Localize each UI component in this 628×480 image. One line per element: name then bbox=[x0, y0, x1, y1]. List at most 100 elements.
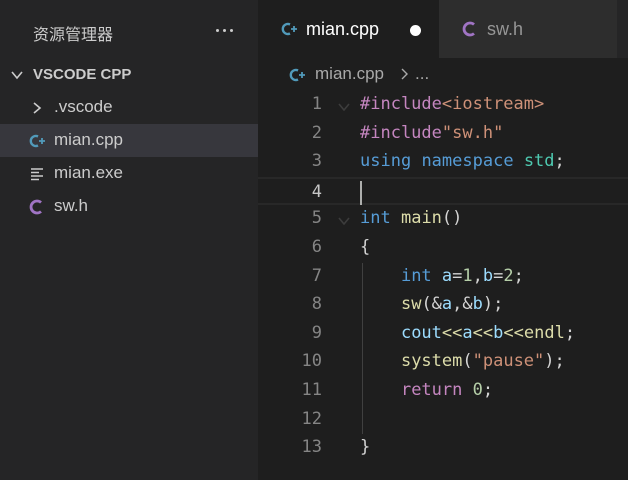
line-number: 2 bbox=[311, 122, 322, 143]
cpp-file-icon bbox=[28, 132, 46, 150]
explorer-header: 资源管理器 bbox=[0, 0, 258, 62]
code-token: ); bbox=[482, 294, 504, 315]
code-token: (& bbox=[421, 294, 442, 315]
code-token: a bbox=[441, 265, 453, 286]
code-token: std bbox=[523, 151, 555, 172]
tab-label: mian.cpp bbox=[306, 19, 380, 39]
tree-item-label: mian.exe bbox=[54, 163, 123, 182]
code-line[interactable]: 3 using namespace std; bbox=[258, 148, 628, 177]
code-token: "sw.h" bbox=[441, 122, 504, 143]
unsaved-dot-icon[interactable] bbox=[410, 25, 421, 36]
code-line[interactable]: 11 return 0; bbox=[258, 377, 628, 406]
tab-sw-h[interactable]: sw.h bbox=[439, 0, 617, 58]
chevron-down-icon bbox=[11, 71, 23, 80]
code-line[interactable]: 2 #include"sw.h" bbox=[258, 120, 628, 149]
code-line[interactable]: 6{ bbox=[258, 234, 628, 263]
code-text: return 0; bbox=[360, 380, 493, 400]
code-text: cout<<a<<b<<endl; bbox=[360, 323, 575, 343]
explorer-sidebar: 资源管理器 VSCODE CPP .vscode mian.cpp mian.e… bbox=[0, 0, 258, 480]
code-token: int bbox=[400, 265, 432, 286]
tree-item-label: mian.cpp bbox=[54, 130, 123, 149]
code-token: b bbox=[493, 322, 504, 343]
code-token: ; bbox=[482, 380, 494, 400]
tab-label: sw.h bbox=[487, 19, 524, 39]
tab-mian-cpp[interactable]: mian.cpp bbox=[258, 0, 439, 58]
line-number: 7 bbox=[311, 265, 322, 286]
line-number: 13 bbox=[301, 437, 322, 458]
code-token: int bbox=[360, 208, 391, 229]
line-number: 10 bbox=[301, 351, 322, 372]
code-line[interactable]: 1 #include<iostream> bbox=[258, 91, 628, 120]
code-line[interactable]: 8 sw(&a,&b); bbox=[258, 291, 628, 320]
code-token: using bbox=[360, 151, 412, 172]
breadcrumb: mian.cpp ... bbox=[258, 58, 628, 91]
code-token: b bbox=[472, 294, 483, 315]
code-text: using namespace std; bbox=[360, 151, 565, 171]
code-line[interactable]: 5 int main() bbox=[258, 205, 628, 234]
code-text: int main() bbox=[360, 208, 462, 228]
code-editor[interactable]: 1 #include<iostream> 2 #include"sw.h" 3 using… bbox=[258, 91, 628, 480]
code-token: { bbox=[360, 237, 371, 257]
code-token: << bbox=[441, 322, 463, 343]
code-line[interactable]: 7 int a=1,b=2; bbox=[258, 263, 628, 292]
code-token: = bbox=[493, 265, 504, 286]
line-number: 12 bbox=[301, 408, 322, 429]
breadcrumb-symbols[interactable]: ... bbox=[415, 64, 429, 84]
workspace-section-header[interactable]: VSCODE CPP bbox=[0, 62, 258, 87]
vscode-window: 资源管理器 VSCODE CPP .vscode mian.cpp mian.e… bbox=[0, 0, 628, 480]
code-token: ); bbox=[544, 351, 565, 372]
code-token: cout bbox=[400, 322, 442, 343]
code-line[interactable]: 12 bbox=[258, 406, 628, 435]
code-token: b bbox=[482, 265, 494, 286]
line-number: 9 bbox=[311, 322, 322, 343]
code-token: , bbox=[472, 265, 483, 286]
code-text: { bbox=[360, 237, 370, 257]
code-token: ; bbox=[513, 265, 524, 286]
fold-chevron-icon[interactable] bbox=[337, 100, 351, 114]
tree-item-mian-cpp[interactable]: mian.cpp bbox=[0, 124, 258, 157]
tree-item-sw-h[interactable]: sw.h bbox=[0, 190, 258, 223]
chevron-right-icon bbox=[28, 99, 46, 117]
code-token: system bbox=[400, 351, 463, 372]
code-token: #include bbox=[360, 94, 442, 114]
code-token: << bbox=[503, 322, 524, 343]
code-line[interactable]: 13} bbox=[258, 434, 628, 463]
code-line[interactable]: 10 system("pause"); bbox=[258, 348, 628, 377]
code-text: } bbox=[360, 437, 370, 457]
code-line[interactable]: 4 bbox=[258, 176, 628, 206]
code-token: "pause" bbox=[472, 351, 545, 372]
line-number: 5 bbox=[311, 208, 322, 229]
code-token: a bbox=[441, 294, 453, 315]
tree-item-mian-exe[interactable]: mian.exe bbox=[0, 157, 258, 190]
line-number: 11 bbox=[301, 380, 322, 400]
code-token: ; bbox=[554, 151, 565, 172]
tree-item-label: .vscode bbox=[54, 97, 113, 116]
code-token: 1 bbox=[462, 265, 473, 286]
code-token: = bbox=[452, 265, 463, 286]
line-number: 3 bbox=[311, 151, 322, 172]
code-line[interactable]: 9 cout<<a<<b<<endl; bbox=[258, 320, 628, 349]
code-token: namespace bbox=[421, 151, 514, 172]
c-header-file-icon bbox=[461, 20, 479, 38]
code-text: #include"sw.h" bbox=[360, 123, 503, 143]
fold-chevron-icon[interactable] bbox=[337, 214, 351, 228]
code-token: 2 bbox=[503, 265, 514, 286]
code-token: ( bbox=[462, 351, 473, 372]
code-token: () bbox=[441, 208, 463, 229]
code-token: return bbox=[400, 380, 463, 400]
code-token: ,& bbox=[452, 294, 473, 315]
text-cursor bbox=[360, 180, 362, 205]
more-actions-icon[interactable] bbox=[213, 22, 235, 38]
tree-item-vscode-folder[interactable]: .vscode bbox=[0, 91, 258, 124]
code-text: system("pause"); bbox=[360, 351, 565, 371]
breadcrumb-file[interactable]: mian.cpp bbox=[315, 64, 384, 84]
code-token: ; bbox=[564, 322, 576, 343]
